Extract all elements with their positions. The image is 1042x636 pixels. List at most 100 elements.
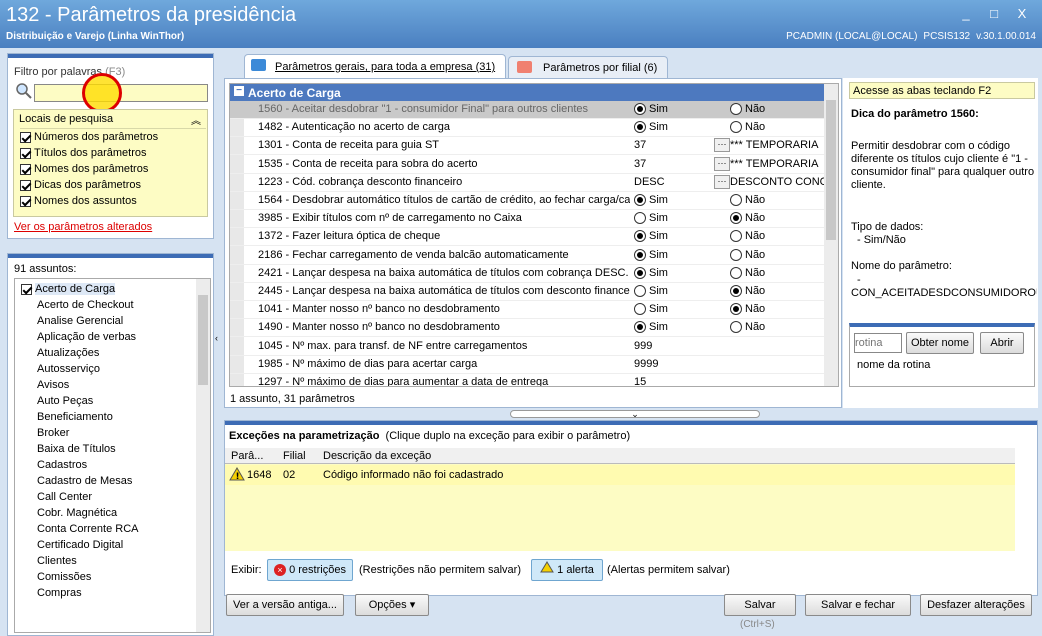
list-item[interactable]: Beneficiamento: [37, 411, 113, 427]
table-row[interactable]: 1490 - Manter nosso nº banco no desdobra…: [230, 319, 826, 338]
old-version-button[interactable]: Ver a versão antiga...: [226, 594, 344, 616]
list-item[interactable]: Atualizações: [37, 347, 99, 363]
save-button[interactable]: Salvar: [724, 594, 796, 616]
radio-no[interactable]: Não: [730, 194, 826, 207]
col-param[interactable]: Parâ...: [231, 450, 263, 462]
close-button[interactable]: X: [1012, 6, 1032, 22]
checkbox[interactable]: [20, 195, 31, 207]
splitter-handle[interactable]: ⌄: [510, 410, 760, 419]
table-row[interactable]: 3985 - Exibir títulos com nº de carregam…: [230, 210, 826, 229]
location-option[interactable]: Nomes dos parâmetros: [20, 163, 148, 175]
lookup-button[interactable]: ···: [714, 156, 730, 171]
table-row[interactable]: 2445 - Lançar despesa na baixa automátic…: [230, 283, 826, 301]
list-item[interactable]: Compras: [37, 587, 82, 603]
tab-branch[interactable]: Parâmetros por filial (6): [508, 56, 668, 78]
options-button[interactable]: Opções ▾: [355, 594, 429, 616]
list-item[interactable]: Comissões: [37, 571, 91, 587]
error-icon: ×: [274, 564, 287, 577]
list-item[interactable]: Cadastros: [37, 459, 87, 475]
radio-yes[interactable]: Sim: [634, 121, 734, 134]
list-item[interactable]: Autosserviço: [37, 363, 100, 379]
checkbox[interactable]: [20, 147, 31, 159]
radio-no[interactable]: Não: [730, 321, 826, 334]
table-row[interactable]: 1045 - Nº max. para transf. de NF entre …: [230, 338, 826, 356]
radio-yes[interactable]: Sim: [634, 212, 734, 225]
list-item[interactable]: Cobr. Magnética: [37, 507, 117, 523]
lookup-button[interactable]: ···: [714, 174, 730, 189]
checkbox[interactable]: [20, 131, 31, 143]
radio-yes[interactable]: Sim: [634, 267, 734, 279]
radio-no[interactable]: Não: [730, 103, 826, 116]
radio-no[interactable]: Não: [730, 303, 826, 316]
list-item[interactable]: Analise Gerencial: [37, 315, 123, 331]
type-label: Tipo de dados:: [851, 221, 924, 233]
radio-yes[interactable]: Sim: [634, 303, 734, 316]
radio-no[interactable]: Não: [730, 249, 826, 261]
save-close-button[interactable]: Salvar e fechar: [805, 594, 911, 616]
location-option[interactable]: Títulos dos parâmetros: [20, 147, 147, 159]
list-item[interactable]: Auto Peças: [37, 395, 93, 411]
list-item[interactable]: Acerto de Checkout: [37, 299, 134, 315]
location-option[interactable]: Dicas dos parâmetros: [20, 179, 141, 191]
table-row[interactable]: 1041 - Manter nosso nº banco no desdobra…: [230, 301, 826, 320]
checkbox[interactable]: [20, 179, 31, 191]
list-item[interactable]: Clientes: [37, 555, 77, 571]
table-row[interactable]: 1985 - Nº máximo de dias para acertar ca…: [230, 356, 826, 374]
obter-nome-button[interactable]: Obter nome: [906, 332, 974, 354]
undo-changes-button[interactable]: Desfazer alterações: [920, 594, 1032, 616]
group-collapse-icon[interactable]: −: [234, 86, 244, 96]
group-header[interactable]: − Acerto de Carga: [230, 84, 826, 101]
abrir-button[interactable]: Abrir: [980, 332, 1024, 354]
list-item[interactable]: Broker: [37, 427, 69, 443]
subjects-scrollbar[interactable]: [196, 279, 210, 632]
maximize-button[interactable]: □: [984, 6, 1004, 22]
rotina-input[interactable]: [854, 333, 902, 353]
table-row[interactable]: 2421 - Lançar despesa na baixa automátic…: [230, 265, 826, 283]
restrictions-button[interactable]: × 0 restrições: [267, 559, 353, 581]
table-row[interactable]: 1564 - Desdobrar automático títulos de c…: [230, 192, 826, 210]
radio-yes[interactable]: Sim: [634, 194, 734, 207]
radio-no[interactable]: Não: [730, 285, 826, 298]
table-row[interactable]: 2186 - Fechar carregamento de venda balc…: [230, 247, 826, 265]
radio-no[interactable]: Não: [730, 121, 826, 134]
radio-yes[interactable]: Sim: [634, 249, 734, 261]
col-filial[interactable]: Filial: [283, 450, 306, 462]
alerts-button[interactable]: 1 alerta: [531, 559, 603, 581]
list-item[interactable]: Acerto de Carga: [21, 283, 116, 299]
tab-general[interactable]: Parâmetros gerais, para toda a empresa (…: [244, 54, 506, 78]
collapse-icon[interactable]: ︽: [191, 112, 201, 127]
table-row[interactable]: 1372 - Fazer leitura óptica de cheque Sim…: [230, 228, 826, 247]
table-row[interactable]: 1482 - Autenticação no acerto de carga Si…: [230, 119, 826, 138]
list-item[interactable]: Cadastro de Mesas: [37, 475, 132, 491]
minimize-button[interactable]: _: [956, 6, 976, 22]
radio-no[interactable]: Não: [730, 212, 826, 225]
list-item[interactable]: Call Center: [37, 491, 92, 507]
lookup-button[interactable]: ···: [714, 138, 730, 153]
exceptions-columns: Parâ... Filial Descrição da exceção: [225, 448, 1015, 464]
list-item[interactable]: Certificado Digital: [37, 539, 123, 555]
table-row[interactable]: 1535 - Conta de receita para sobra do ac…: [230, 156, 826, 174]
list-item[interactable]: Conta Corrente RCA: [37, 523, 139, 539]
radio-yes[interactable]: Sim: [634, 321, 734, 334]
list-item[interactable]: Aplicação de verbas: [37, 331, 136, 347]
table-row[interactable]: 1560 - Aceitar desdobrar "1 - consumidor…: [230, 101, 826, 119]
col-desc[interactable]: Descrição da exceção: [323, 450, 431, 462]
location-option[interactable]: Nomes dos assuntos: [20, 195, 137, 207]
params-scrollbar[interactable]: [824, 84, 838, 386]
table-row[interactable]: 1223 - Cód. cobrança desconto financeiro…: [230, 174, 826, 192]
radio-no[interactable]: Não: [730, 230, 826, 243]
collapse-left-icon[interactable]: ‹: [215, 333, 224, 343]
changed-params-link[interactable]: Ver os parâmetros alterados: [14, 221, 152, 233]
radio-no[interactable]: Não: [730, 267, 826, 279]
list-item[interactable]: Avisos: [37, 379, 69, 395]
table-row[interactable]: 1301 - Conta de receita para guia ST 37 ··…: [230, 137, 826, 156]
radio-yes[interactable]: Sim: [634, 230, 734, 243]
radio-yes[interactable]: Sim: [634, 103, 734, 116]
list-item[interactable]: Baixa de Títulos: [37, 443, 116, 459]
checkbox[interactable]: [21, 283, 32, 295]
checkbox[interactable]: [20, 163, 31, 175]
radio-yes[interactable]: Sim: [634, 285, 734, 298]
location-option[interactable]: Números dos parâmetros: [20, 131, 158, 143]
table-row[interactable]: 1297 - Nº máximo de dias para aumentar a…: [230, 374, 826, 386]
table-row[interactable]: ! 1648 02 Código informado não foi cadas…: [225, 465, 1015, 485]
